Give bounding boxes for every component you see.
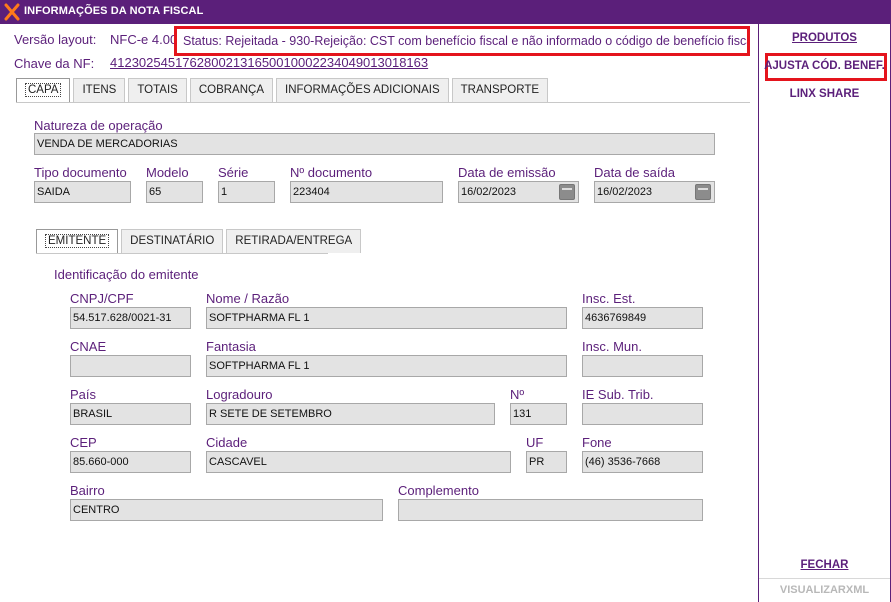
cidade-label: Cidade <box>206 435 248 450</box>
tab-transporte[interactable]: TRANSPORTE <box>451 78 549 102</box>
produtos-button[interactable]: PRODUTOS <box>759 32 890 44</box>
uf-label: UF <box>526 435 544 450</box>
title-bar: INFORMAÇÕES DA NOTA FISCAL <box>0 0 891 24</box>
numero-label: Nº <box>510 387 525 402</box>
version-label: Versão layout: <box>14 32 97 47</box>
tab-informacoes-adicionais[interactable]: INFORMAÇÕES ADICIONAIS <box>276 78 449 102</box>
tipo-documento-label: Tipo documento <box>34 165 127 180</box>
data-emissao-label: Data de emissão <box>458 165 556 180</box>
insc-est-label: Insc. Est. <box>582 291 636 306</box>
tab-cobranca[interactable]: COBRANÇA <box>189 78 274 102</box>
cnae-field[interactable] <box>70 355 191 377</box>
fone-field[interactable]: (46) 3536-7668 <box>582 451 703 473</box>
sub-tab-divider <box>36 253 328 254</box>
visualizar-xml-button[interactable]: VISUALIZARXML <box>759 578 890 602</box>
cep-field[interactable]: 85.660-000 <box>70 451 191 473</box>
numero-documento-label: Nº documento <box>290 165 373 180</box>
tab-capa[interactable]: CAPA <box>16 78 71 102</box>
tab-destinatario[interactable]: DESTINATÁRIO <box>121 229 224 253</box>
data-saida-label: Data de saída <box>594 165 675 180</box>
nome-razao-label: Nome / Razão <box>206 291 290 306</box>
complemento-field[interactable] <box>398 499 703 521</box>
emitente-section-title: Identificação do emitente <box>54 267 199 282</box>
bairro-label: Bairro <box>70 483 105 498</box>
fantasia-field[interactable]: SOFTPHARMA FL 1 <box>206 355 567 377</box>
numero-field[interactable]: 131 <box>510 403 567 425</box>
sub-tabs: EMITENTE DESTINATÁRIO RETIRADA/ENTREGA <box>36 229 364 253</box>
nome-razao-field[interactable]: SOFTPHARMA FL 1 <box>206 307 567 329</box>
window-title: INFORMAÇÕES DA NOTA FISCAL <box>24 5 204 17</box>
tipo-documento-field[interactable]: SAIDA <box>34 181 131 203</box>
main-panel: Versão layout: NFC-e 4.00 Status: Rejeit… <box>0 24 758 602</box>
tab-itens[interactable]: ITENS <box>73 78 126 102</box>
tab-divider <box>16 102 750 103</box>
insc-mun-field[interactable] <box>582 355 703 377</box>
status-message-box: Status: Rejeitada - 930-Rejeição: CST co… <box>174 26 750 56</box>
main-tabs: CAPA ITENS TOTAIS COBRANÇA INFORMAÇÕES A… <box>16 78 551 102</box>
insc-mun-label: Insc. Mun. <box>582 339 642 354</box>
cep-label: CEP <box>70 435 97 450</box>
status-text: Status: Rejeitada - 930-Rejeição: CST co… <box>183 34 750 48</box>
ajusta-cod-benef-button[interactable]: AJUSTA CÓD. BENEF. <box>759 60 890 72</box>
tab-emitente[interactable]: EMITENTE <box>36 229 119 253</box>
logradouro-field[interactable]: R SETE DE SETEMBRO <box>206 403 495 425</box>
natureza-label: Natureza de operação <box>34 118 163 133</box>
tab-totais[interactable]: TOTAIS <box>128 78 187 102</box>
cnae-label: CNAE <box>70 339 107 354</box>
insc-est-field[interactable]: 4636769849 <box>582 307 703 329</box>
action-sidebar: PRODUTOS AJUSTA CÓD. BENEF. LINX SHARE F… <box>758 24 891 602</box>
bairro-field[interactable]: CENTRO <box>70 499 383 521</box>
chave-label: Chave da NF: <box>14 56 95 71</box>
fone-label: Fone <box>582 435 612 450</box>
cnpj-field[interactable]: 54.517.628/0021-31 <box>70 307 191 329</box>
fechar-button[interactable]: FECHAR <box>759 559 890 571</box>
modelo-label: Modelo <box>146 165 189 180</box>
calendar-icon[interactable] <box>695 184 711 200</box>
modelo-field[interactable]: 65 <box>146 181 203 203</box>
cnpj-label: CNPJ/CPF <box>70 291 134 306</box>
version-value: NFC-e 4.00 <box>110 32 178 47</box>
numero-documento-field[interactable]: 223404 <box>290 181 443 203</box>
x-logo-icon <box>4 3 20 21</box>
natureza-field[interactable]: VENDA DE MERCADORIAS <box>34 133 715 155</box>
ie-sub-trib-label: IE Sub. Trib. <box>582 387 654 402</box>
pais-label: País <box>70 387 97 402</box>
serie-field[interactable]: 1 <box>218 181 275 203</box>
serie-label: Série <box>218 165 249 180</box>
uf-field[interactable]: PR <box>526 451 567 473</box>
linx-share-button[interactable]: LINX SHARE <box>759 88 890 100</box>
chave-value-link[interactable]: 4123025451762800213165001000223404901301… <box>110 55 428 70</box>
tab-retirada-entrega[interactable]: RETIRADA/ENTREGA <box>226 229 362 253</box>
cidade-field[interactable]: CASCAVEL <box>206 451 511 473</box>
fantasia-label: Fantasia <box>206 339 256 354</box>
ie-sub-trib-field[interactable] <box>582 403 703 425</box>
pais-field[interactable]: BRASIL <box>70 403 191 425</box>
complemento-label: Complemento <box>398 483 479 498</box>
calendar-icon[interactable] <box>559 184 575 200</box>
logradouro-label: Logradouro <box>206 387 273 402</box>
